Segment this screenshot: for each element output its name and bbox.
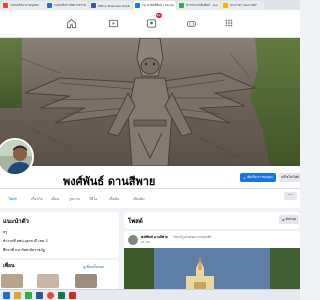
intro-workplace: ทำงานที่ สพป.อุดรธานี เขต 3 bbox=[3, 239, 48, 243]
tab-favicon-icon bbox=[91, 3, 96, 8]
browser-tab[interactable]: ข่าวประชาสัมพันธ์ - Google bbox=[177, 1, 220, 10]
friend-thumbnail[interactable] bbox=[37, 274, 59, 288]
tab-favicon-icon bbox=[179, 3, 184, 8]
video-icon[interactable] bbox=[106, 16, 120, 30]
edit-profile-button[interactable]: แก้ไขโปรไฟล์ bbox=[279, 173, 300, 182]
browser-tab[interactable]: Office Business Solution bbox=[89, 1, 132, 10]
pdf-icon[interactable] bbox=[69, 292, 76, 299]
os-taskbar bbox=[0, 289, 300, 300]
stone-relief-image bbox=[0, 38, 300, 166]
intro-title: แนะนำตัว bbox=[3, 218, 29, 225]
menu-grid-icon[interactable] bbox=[222, 16, 236, 30]
facebook-top-nav: 9+ bbox=[0, 10, 300, 38]
start-icon[interactable] bbox=[3, 292, 10, 299]
gaming-icon[interactable] bbox=[184, 16, 198, 30]
post-timestamp[interactable]: 11 ชม. bbox=[141, 240, 151, 245]
filter-button[interactable]: ⚙ ตัวกรอง bbox=[279, 215, 299, 224]
post-action: ได้แชร์รูปภาพของ ค่ายลูกเสือ bbox=[173, 235, 212, 239]
browser-tab-active[interactable]: (1) ค่าพงศ์พันธ์ | Facebook bbox=[133, 1, 176, 10]
browser-tab[interactable]: ระบบบริหารจัดการสารสนเทศ bbox=[45, 1, 88, 10]
tab-label: ระบบบริหารงานบุคคล bbox=[10, 3, 39, 7]
home-icon[interactable] bbox=[64, 16, 78, 30]
post-image[interactable] bbox=[124, 248, 300, 289]
word-icon[interactable] bbox=[36, 292, 43, 299]
tab-label: (1) ค่าพงศ์พันธ์ | Facebook bbox=[142, 3, 174, 7]
friends-card: เพื่อน ดูเพื่อนทั้งหมด bbox=[0, 260, 119, 289]
tab-posts[interactable]: โพสต์ bbox=[8, 196, 17, 202]
tab-friends[interactable]: เพื่อน bbox=[51, 196, 59, 202]
browser-tab-strip: ระบบบริหารงานบุคคล ระบบบริหารจัดการสารสน… bbox=[0, 0, 300, 10]
intro-card: แนะนำตัว ครู ทำงานที่ สพป.อุดรธานี เขต 3… bbox=[0, 212, 119, 258]
tab-favicon-icon bbox=[3, 3, 8, 8]
intro-education: ศึกษาที่ มหาวิทยาลัยราชภัฏ bbox=[3, 248, 45, 252]
tab-label: ข่าวประชาสัมพันธ์ - Google bbox=[186, 3, 218, 7]
post-card: พงศ์พันธ์ ดานสีพาย ได้แชร์รูปภาพของ ค่าย… bbox=[124, 231, 300, 289]
line-app-icon[interactable] bbox=[25, 292, 32, 299]
profile-divider bbox=[0, 188, 300, 189]
browser-tab[interactable]: ประกาศ | Sauf PDF bbox=[221, 1, 264, 10]
edit-profile-label: แก้ไขโปรไฟล์ bbox=[281, 175, 299, 179]
filter-label: ตัวกรอง bbox=[285, 217, 297, 221]
more-options-button[interactable]: ··· bbox=[284, 192, 297, 200]
tab-favicon-icon bbox=[223, 3, 228, 8]
groups-icon[interactable]: 9+ bbox=[144, 13, 162, 30]
tab-more[interactable]: เพิ่มเติม bbox=[133, 196, 145, 202]
chrome-icon[interactable] bbox=[47, 292, 54, 299]
tab-favicon-icon bbox=[47, 3, 52, 8]
friend-thumbnail[interactable] bbox=[75, 274, 97, 288]
tab-about[interactable]: เกี่ยวกับ bbox=[31, 196, 43, 202]
notification-badge: 9+ bbox=[155, 13, 162, 18]
add-story-button[interactable]: + เพิ่มเรื่องราวของคุณ bbox=[240, 173, 276, 182]
tab-label: Office Business Solution bbox=[98, 3, 130, 8]
tab-label: ระบบบริหารจัดการสารสนเทศ bbox=[54, 3, 86, 7]
profile-tabs: โพสต์ เกี่ยวกับ เพื่อน รูปภาพ วิดีโอ เช็… bbox=[0, 191, 300, 205]
filter-icon: ⚙ bbox=[281, 217, 285, 222]
file-explorer-icon[interactable] bbox=[14, 292, 21, 299]
facebook-favicon-icon bbox=[135, 3, 140, 8]
browser-window: ระบบบริหารงานบุคคล ระบบบริหารจัดการสารสน… bbox=[0, 0, 300, 300]
tab-label: ประกาศ | Sauf PDF bbox=[230, 3, 257, 7]
intro-occupation: ครู bbox=[3, 230, 8, 234]
tab-checkins[interactable]: เช็คอิน bbox=[109, 196, 119, 202]
posts-header-card: โพสต์ ⚙ ตัวกรอง bbox=[124, 212, 300, 229]
tab-videos[interactable]: วิดีโอ bbox=[89, 196, 97, 202]
posts-title: โพสต์ bbox=[128, 218, 143, 225]
browser-tab[interactable]: ระบบบริหารงานบุคคล bbox=[1, 1, 44, 10]
plus-icon: + bbox=[243, 175, 246, 180]
friend-thumbnail[interactable] bbox=[1, 274, 23, 288]
tab-photos[interactable]: รูปภาพ bbox=[69, 196, 80, 202]
add-story-label: เพิ่มเรื่องราวของคุณ bbox=[246, 175, 273, 179]
friends-title: เพื่อน bbox=[3, 263, 15, 269]
post-author-avatar[interactable] bbox=[128, 235, 138, 245]
cover-photo[interactable] bbox=[0, 38, 300, 166]
temple-photo bbox=[124, 248, 300, 289]
see-all-friends-link[interactable]: ดูเพื่อนทั้งหมด bbox=[83, 264, 104, 270]
excel-icon[interactable] bbox=[58, 292, 65, 299]
